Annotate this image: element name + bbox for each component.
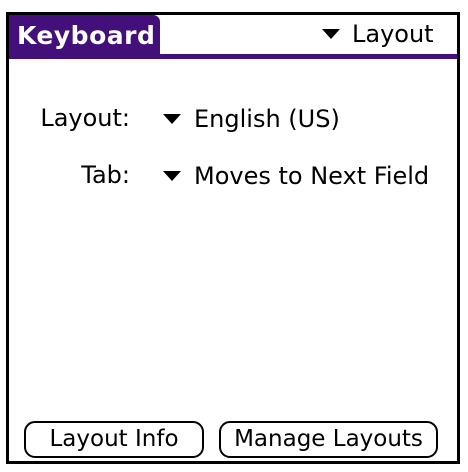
layout-menu-label: Layout <box>352 20 434 48</box>
layout-info-button[interactable]: Layout Info <box>24 421 204 458</box>
tab-popup-trigger[interactable]: Moves to Next Field <box>163 159 429 193</box>
layout-popup-trigger[interactable]: English (US) <box>163 102 340 136</box>
triangle-down-icon <box>163 114 181 124</box>
triangle-down-icon <box>163 171 181 181</box>
title-underline <box>9 54 457 59</box>
layout-menu-trigger[interactable]: Layout <box>322 17 434 51</box>
tab-field-label: Tab: <box>81 161 130 189</box>
layout-field-label: Layout: <box>40 104 130 132</box>
manage-layouts-button[interactable]: Manage Layouts <box>219 421 438 458</box>
layout-popup-value: English (US) <box>194 105 340 133</box>
form-title: Keyboard <box>9 15 160 56</box>
triangle-down-icon <box>322 29 340 39</box>
tab-popup-value: Moves to Next Field <box>194 162 430 190</box>
form-frame <box>6 12 460 464</box>
